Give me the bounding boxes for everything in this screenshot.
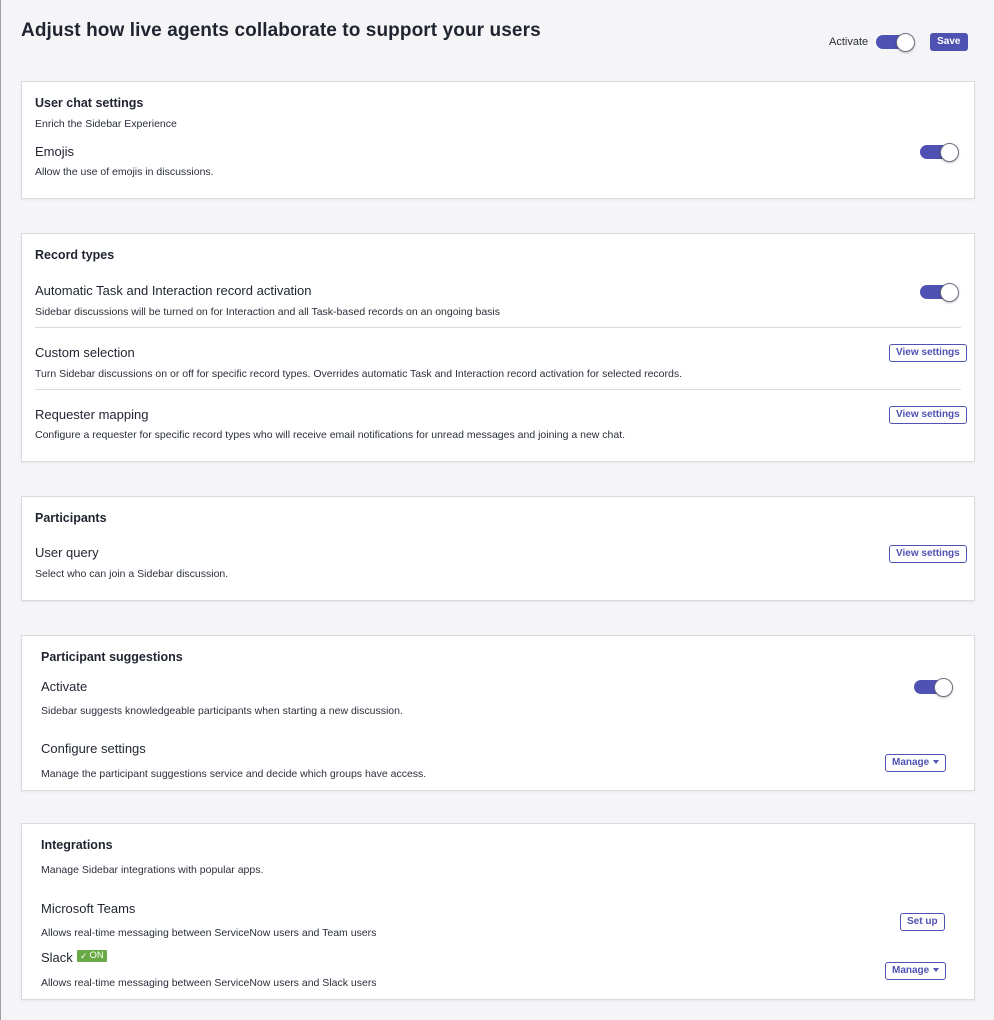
record-types-card: Record types Automatic Task and Interact… (21, 233, 975, 462)
user-query-view-settings-button[interactable]: View settings (889, 545, 967, 563)
suggestions-activate-description: Sidebar suggests knowledgeable participa… (41, 705, 403, 717)
auto-activation-description: Sidebar discussions will be turned on fo… (35, 306, 500, 318)
divider (35, 327, 961, 328)
configure-settings-title: Configure settings (41, 741, 146, 756)
participant-suggestions-card: Participant suggestions Activate Sidebar… (21, 635, 975, 791)
user-query-title: User query (35, 545, 99, 560)
requester-mapping-title: Requester mapping (35, 407, 149, 422)
page-title: Adjust how live agents collaborate to su… (21, 20, 541, 41)
custom-selection-title: Custom selection (35, 345, 135, 360)
suggestions-activate-toggle[interactable] (914, 678, 953, 697)
suggestions-activate-title: Activate (41, 679, 88, 694)
toggle-knob (940, 283, 959, 302)
emojis-title: Emojis (35, 144, 75, 159)
chevron-down-icon (933, 760, 940, 765)
participants-card: Participants User query Select who can j… (21, 496, 975, 601)
participant-suggestions-title: Participant suggestions (41, 650, 183, 664)
microsoft-teams-description: Allows real-time messaging between Servi… (41, 927, 377, 939)
activate-toggle[interactable] (876, 33, 916, 52)
integrations-title: Integrations (41, 838, 113, 852)
custom-selection-view-settings-button[interactable]: View settings (889, 344, 967, 362)
microsoft-teams-setup-button[interactable]: Set up (900, 913, 945, 931)
user-chat-subtitle: Enrich the Sidebar Experience (35, 118, 177, 130)
slack-manage-button[interactable]: Manage (885, 962, 947, 980)
microsoft-teams-title: Microsoft Teams (41, 901, 136, 916)
chevron-down-icon (933, 968, 940, 973)
auto-activation-title: Automatic Task and Interaction record ac… (35, 283, 312, 298)
check-icon: ✓ (80, 951, 88, 961)
save-button[interactable]: Save (930, 33, 968, 51)
requester-mapping-description: Configure a requester for specific recor… (35, 429, 626, 441)
status-badge: ✓ ON (77, 950, 107, 962)
manage-label: Manage (892, 965, 930, 976)
user-chat-settings-card: User chat settings Enrich the Sidebar Ex… (21, 81, 975, 199)
activate-label: Activate (829, 36, 869, 48)
custom-selection-description: Turn Sidebar discussions on or off for s… (35, 368, 683, 380)
user-query-description: Select who can join a Sidebar discussion… (35, 568, 229, 580)
user-chat-title: User chat settings (35, 96, 144, 110)
emojis-toggle[interactable] (920, 143, 959, 162)
auto-activation-toggle[interactable] (920, 283, 959, 302)
manage-label: Manage (892, 757, 930, 768)
toggle-knob (934, 678, 953, 697)
integrations-card: Integrations Manage Sidebar integrations… (21, 823, 975, 1000)
divider (35, 389, 961, 390)
requester-mapping-view-settings-button[interactable]: View settings (889, 406, 967, 424)
participants-title: Participants (35, 511, 107, 525)
record-types-title: Record types (35, 248, 115, 262)
slack-description: Allows real-time messaging between Servi… (41, 977, 377, 989)
integrations-subtitle: Manage Sidebar integrations with popular… (41, 864, 264, 876)
slack-status-label: ON (89, 950, 104, 961)
emojis-description: Allow the use of emojis in discussions. (35, 166, 214, 178)
header-actions: Activate Save (829, 31, 968, 53)
configure-settings-manage-button[interactable]: Manage (885, 754, 947, 772)
toggle-knob (896, 33, 916, 52)
slack-title: Slack (41, 950, 73, 965)
configure-settings-description: Manage the participant suggestions servi… (41, 768, 427, 780)
toggle-knob (940, 143, 959, 162)
